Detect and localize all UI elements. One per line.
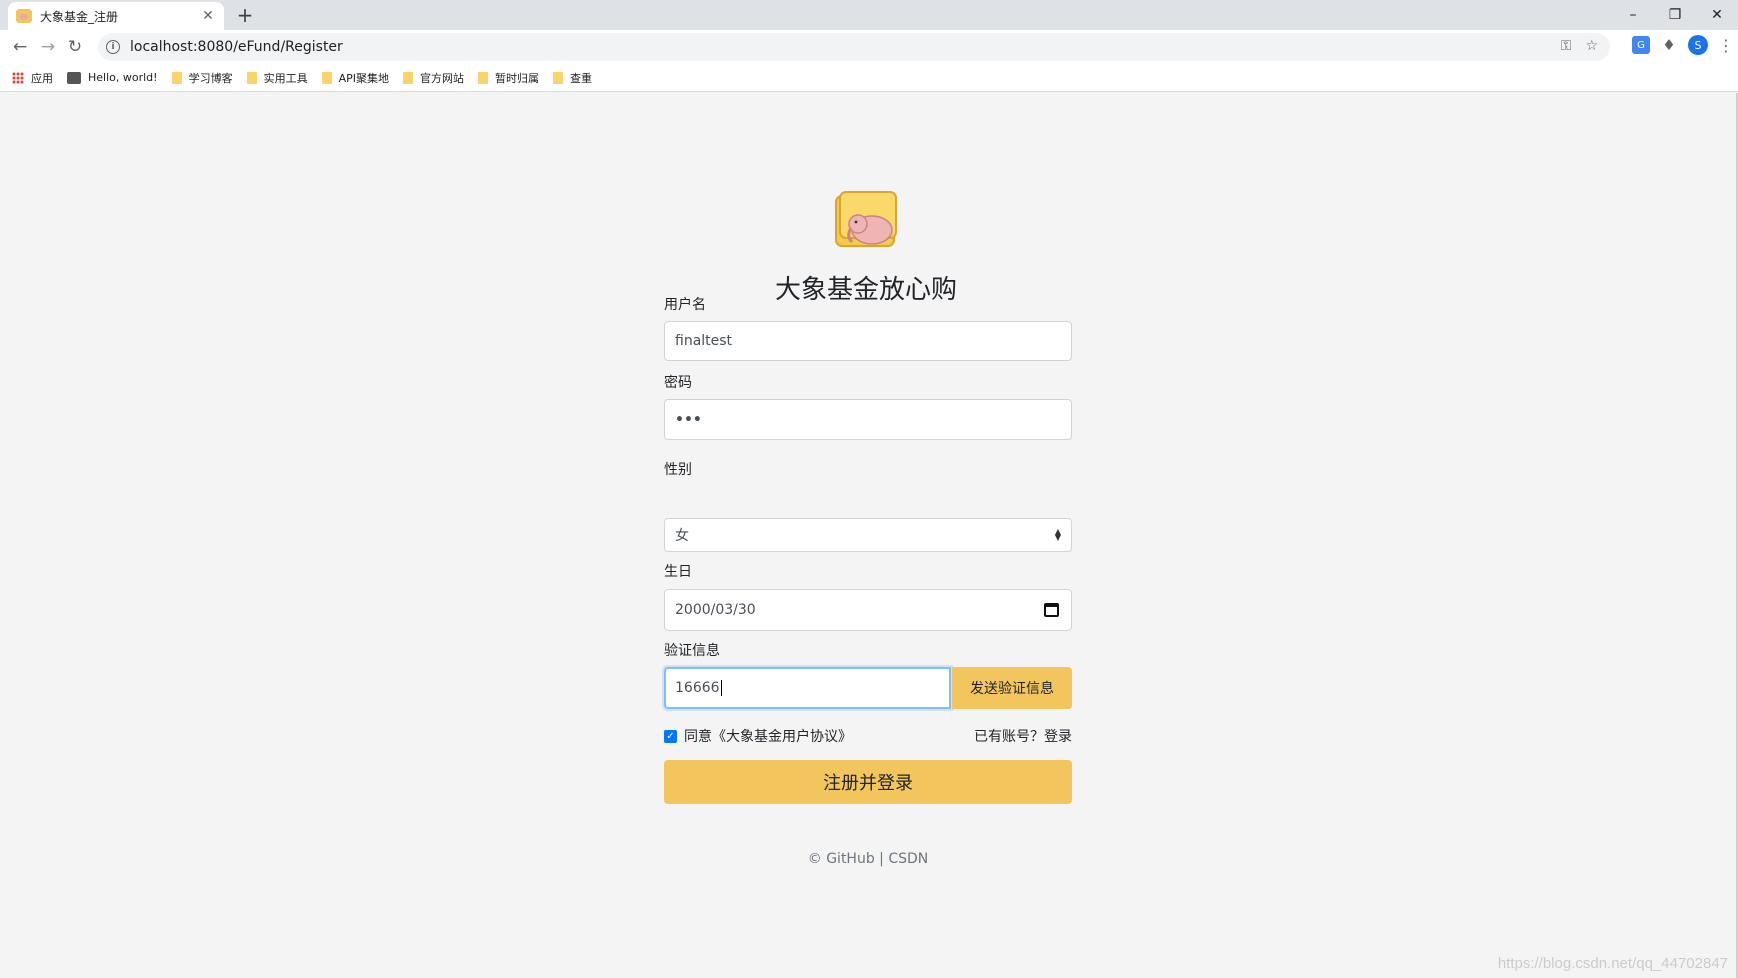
browser-menu-icon[interactable]: ⋮ (1718, 36, 1734, 55)
folder-icon (402, 71, 413, 84)
bookmark-hello-world[interactable]: Hello, world! (67, 71, 158, 84)
url-text: localhost:8080/eFund/Register (130, 39, 343, 55)
site-title: 大象基金放心购 (774, 275, 957, 305)
tab-title: 大象基金_注册 (40, 9, 119, 24)
select-updown-icon: ▲ ▼ (1054, 527, 1061, 542)
folder-icon (171, 71, 182, 84)
close-window-icon[interactable]: ✕ (1696, 0, 1738, 30)
birthday-value: 2000/03/30 (675, 602, 756, 618)
profile-avatar[interactable]: S (1688, 35, 1708, 55)
translate-extension-icon[interactable]: G (1632, 36, 1650, 54)
username-input[interactable]: finaltest (664, 321, 1072, 361)
agree-checkbox[interactable]: ✓ (664, 729, 677, 743)
window-controls: – ❐ ✕ (1612, 0, 1738, 30)
hello-world-favicon-icon (67, 71, 81, 84)
agree-row: ✓ 同意《大象基金用户协议》 已有账号？登录 (664, 727, 1072, 745)
page-content: 大象基金放心购 用户名 finaltest 密码 ••• 性别 女 ▲ ▼ 生日 … (0, 93, 1738, 978)
gender-label: 性别 (664, 462, 692, 478)
send-verify-button[interactable]: 发送验证信息 (952, 667, 1072, 709)
browser-tab-bar: 大象基金_注册 ✕ + – ❐ ✕ (0, 0, 1738, 30)
verify-code-input[interactable]: 16666 (664, 667, 951, 709)
folder-icon (246, 71, 257, 84)
bookmarks-bar: 应用 Hello, world! 学习博客 实用工具 API聚集地 官方网站 暂… (0, 64, 1738, 92)
watermark-text: https://blog.csdn.net/qq_44702847 (1497, 955, 1728, 972)
browser-toolbar: ← → ↻ i localhost:8080/eFund/Register ⚿ … (0, 30, 1738, 64)
birthday-date-input[interactable]: 2000/03/30 (664, 589, 1072, 631)
verify-code-value: 16666 (675, 680, 720, 696)
address-bar[interactable]: i localhost:8080/eFund/Register ⚿ ☆ (98, 33, 1610, 61)
elephant-logo-icon (835, 191, 897, 247)
browser-tab[interactable]: 大象基金_注册 ✕ (8, 2, 224, 30)
bookmark-folder[interactable]: API聚集地 (321, 70, 389, 86)
bookmark-folder[interactable]: 实用工具 (246, 70, 308, 86)
calendar-icon[interactable] (1044, 603, 1059, 617)
agree-text[interactable]: 同意《大象基金用户协议》 (684, 726, 852, 746)
site-info-icon[interactable]: i (106, 40, 120, 54)
forward-arrow-icon[interactable]: → (36, 35, 60, 59)
birthday-label: 生日 (664, 564, 692, 580)
apps-grid-icon (12, 71, 24, 84)
elephant-favicon-icon (16, 9, 32, 23)
gender-select[interactable]: 女 ▲ ▼ (664, 518, 1072, 552)
bookmark-folder[interactable]: 查重 (552, 70, 592, 86)
restore-icon[interactable]: ❐ (1654, 0, 1696, 30)
new-tab-button[interactable]: + (234, 4, 256, 26)
extensions-puzzle-icon[interactable]: ♦ (1660, 36, 1678, 54)
password-key-icon[interactable]: ⚿ (1561, 38, 1572, 54)
reload-icon[interactable]: ↻ (63, 35, 87, 59)
username-label: 用户名 (664, 297, 706, 313)
bookmark-folder[interactable]: 暂时归属 (477, 70, 539, 86)
back-arrow-icon[interactable]: ← (8, 35, 32, 59)
folder-icon (552, 71, 563, 84)
verify-label: 验证信息 (664, 643, 720, 659)
register-login-button[interactable]: 注册并登录 (664, 760, 1072, 804)
bookmark-apps[interactable]: 应用 (12, 70, 53, 86)
password-input[interactable]: ••• (664, 399, 1072, 440)
login-link[interactable]: 已有账号？登录 (974, 726, 1072, 746)
extensions-area: G ♦ S ⋮ (1632, 35, 1734, 55)
close-tab-icon[interactable]: ✕ (200, 8, 216, 24)
gender-selected-value: 女 (675, 528, 689, 544)
footer-links[interactable]: © GitHub | CSDN (664, 851, 1072, 867)
folder-icon (321, 71, 332, 84)
minimize-icon[interactable]: – (1612, 0, 1654, 30)
bookmark-folder[interactable]: 学习博客 (171, 70, 233, 86)
password-label: 密码 (664, 375, 692, 391)
text-caret (720, 680, 722, 696)
bookmark-star-icon[interactable]: ☆ (1585, 38, 1598, 54)
folder-icon (477, 71, 488, 84)
bookmark-folder[interactable]: 官方网站 (402, 70, 464, 86)
